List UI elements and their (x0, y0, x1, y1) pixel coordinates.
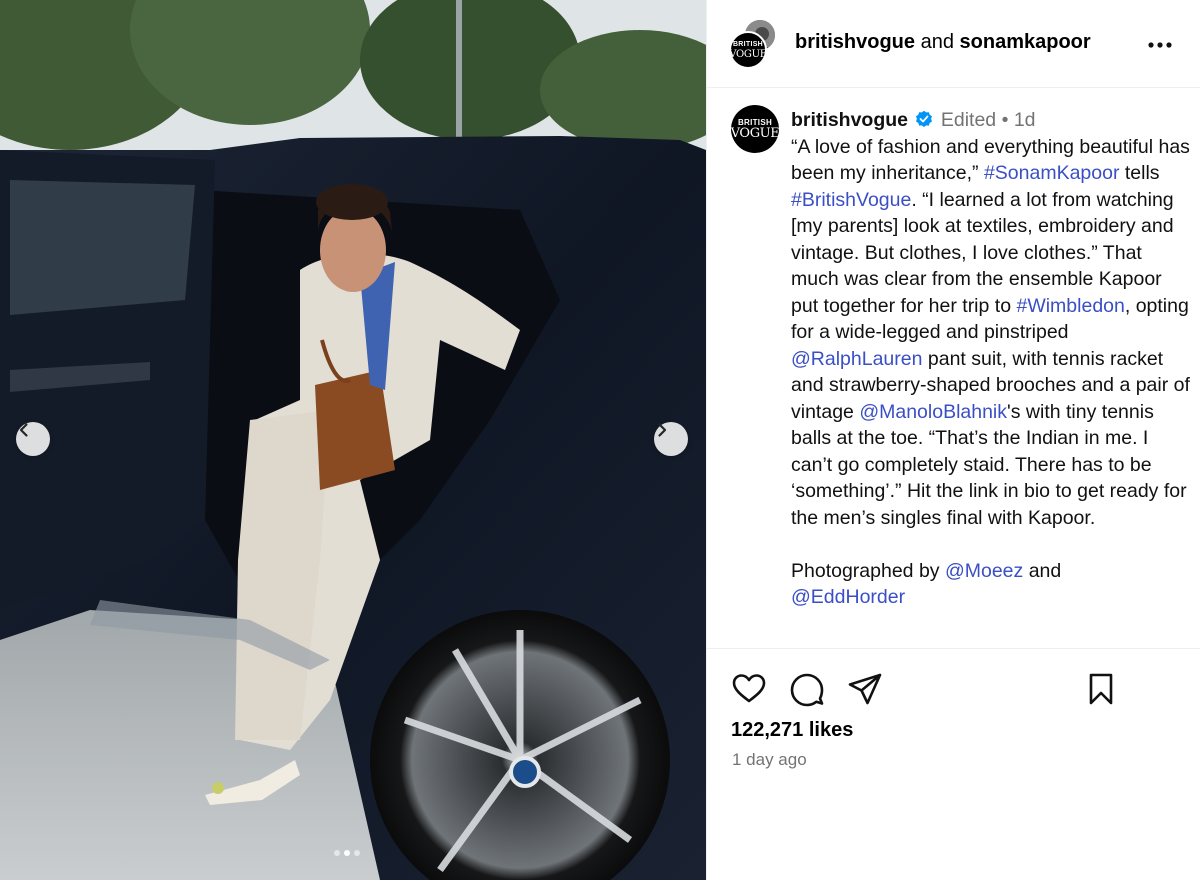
mention-link[interactable]: @RalphLauren (791, 348, 922, 370)
carousel-dots (334, 850, 360, 856)
bookmark-icon (1089, 673, 1113, 705)
post-photo (0, 0, 706, 880)
caption-meta: britishvogue Edited • 1d (791, 107, 1191, 134)
mention-link[interactable]: @Moeez (945, 560, 1023, 582)
edited-label: Edited (940, 109, 997, 131)
avatar-brand-bottom: VOGUE (729, 48, 767, 60)
author-username[interactable]: britishvogue (795, 31, 915, 53)
caption: britishvogue Edited • 1d “A love of fash… (791, 107, 1191, 611)
post-header: BRITISH VOGUE britishvogue and sonamkapo… (707, 0, 1200, 88)
britishvogue-avatar[interactable]: BRITISH VOGUE (729, 31, 767, 69)
post-actions: 122,271 likes 1 day ago (707, 648, 1200, 880)
credit-joiner: and (1023, 559, 1062, 582)
hashtag-link[interactable]: #BritishVogue (791, 189, 911, 211)
mention-link[interactable]: @EddHorder (791, 586, 905, 608)
caption-time[interactable]: 1d (1014, 109, 1036, 131)
caption-username[interactable]: britishvogue (791, 109, 908, 131)
caption-body: “A love of fashion and everything beauti… (791, 134, 1191, 532)
save-button[interactable] (1083, 671, 1119, 707)
carousel-dot[interactable] (334, 850, 340, 856)
carousel-dot[interactable] (354, 850, 360, 856)
caption-avatar[interactable]: BRITISH VOGUE (730, 105, 780, 153)
more-options-button[interactable] (1147, 32, 1173, 52)
photo-credit: Photographed by @Moeez and @EddHorder (791, 558, 1191, 611)
comment-icon (790, 673, 824, 707)
carousel-dot-active[interactable] (344, 850, 350, 856)
post-sidebar: BRITISH VOGUE britishvogue and sonamkapo… (706, 0, 1200, 880)
collab-avatars[interactable]: BRITISH VOGUE (729, 18, 781, 70)
author-joiner: and (920, 31, 954, 53)
avatar-brand-top: BRITISH (732, 40, 764, 48)
meta-separator: • (1001, 109, 1009, 131)
share-button[interactable] (847, 671, 883, 707)
heart-icon (732, 674, 766, 703)
likes-count[interactable]: 122,271 likes (731, 719, 853, 742)
carousel-next-button[interactable] (654, 422, 688, 456)
posted-time: 1 day ago (732, 750, 807, 769)
post-image (0, 0, 706, 880)
chevron-left-icon (19, 423, 28, 437)
verified-badge-icon (916, 110, 933, 127)
chevron-right-icon (658, 423, 667, 437)
caption-area[interactable]: BRITISH VOGUE britishvogue Edited • 1d “… (707, 89, 1200, 649)
carousel-prev-button[interactable] (16, 422, 50, 456)
more-horizontal-icon (1148, 42, 1172, 48)
send-icon (848, 673, 882, 705)
caption-avatar-brand-bottom: VOGUE (730, 126, 780, 141)
post-authors: britishvogue and sonamkapoor (795, 31, 1091, 54)
comment-button[interactable] (789, 671, 825, 707)
collab-username[interactable]: sonamkapoor (960, 31, 1091, 53)
caption-text: tells (1119, 162, 1160, 184)
hashtag-link[interactable]: #SonamKapoor (984, 162, 1120, 184)
mention-link[interactable]: @ManoloBlahnik (859, 401, 1007, 423)
like-button[interactable] (731, 671, 767, 707)
hashtag-link[interactable]: #Wimbledon (1016, 295, 1124, 317)
credit-prefix: Photographed by (791, 559, 945, 582)
